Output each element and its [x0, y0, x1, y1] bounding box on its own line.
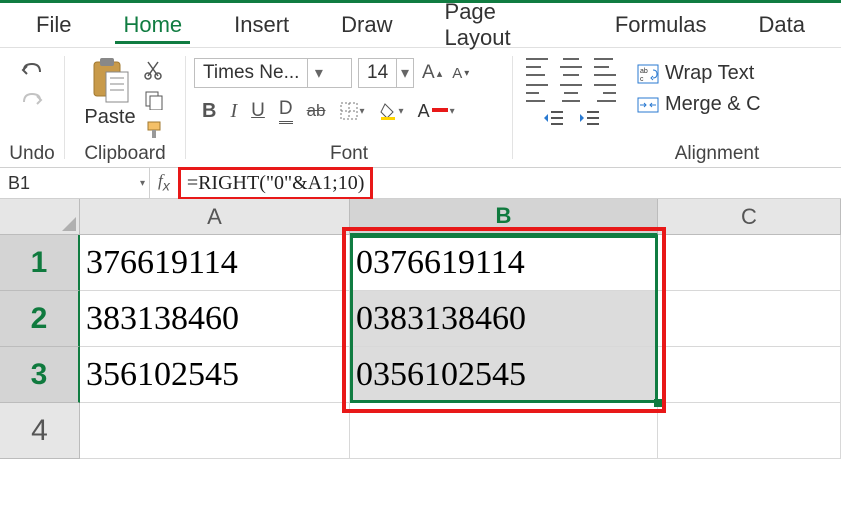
- increase-indent-button[interactable]: [577, 110, 601, 126]
- paste-label: Paste: [84, 106, 135, 129]
- increase-font-button[interactable]: A▴: [420, 62, 444, 84]
- wrap-text-label: Wrap Text: [665, 62, 754, 85]
- tab-formulas[interactable]: Formulas: [589, 8, 733, 42]
- svg-text:c: c: [640, 76, 644, 83]
- row-header-2[interactable]: 2: [0, 291, 80, 347]
- cell-b3[interactable]: 0356102545: [350, 347, 658, 403]
- strikethrough-button[interactable]: ab: [305, 101, 328, 121]
- undo-button[interactable]: [20, 58, 44, 82]
- underline-button[interactable]: U: [249, 100, 267, 122]
- redo-button[interactable]: [20, 88, 44, 112]
- cell-c2[interactable]: [658, 291, 841, 347]
- wrap-text-button[interactable]: abc Wrap Text: [637, 62, 797, 85]
- cell-b4[interactable]: [350, 403, 658, 459]
- name-box-value: B1: [8, 173, 30, 194]
- row-header-4[interactable]: 4: [0, 403, 80, 459]
- align-bottom-button[interactable]: [594, 58, 616, 76]
- tab-page-layout[interactable]: Page Layout: [419, 0, 589, 55]
- bold-button[interactable]: B: [200, 100, 218, 123]
- align-left-button[interactable]: [526, 84, 548, 102]
- font-color-button[interactable]: A ▾: [416, 101, 457, 122]
- svg-text:ab: ab: [640, 68, 648, 75]
- tab-home[interactable]: Home: [97, 8, 208, 42]
- align-middle-button[interactable]: [560, 58, 582, 76]
- align-center-button[interactable]: [560, 84, 582, 102]
- chevron-down-icon[interactable]: ▾: [307, 59, 329, 87]
- paste-button[interactable]: [88, 56, 132, 104]
- decrease-font-button[interactable]: A▾: [450, 65, 471, 82]
- font-size-value: 14: [359, 62, 396, 84]
- font-name-value: Times Ne...: [195, 62, 307, 84]
- chevron-down-icon[interactable]: ▾: [396, 59, 413, 87]
- cut-button[interactable]: [142, 58, 166, 82]
- tab-insert[interactable]: Insert: [208, 8, 315, 42]
- tab-file[interactable]: File: [10, 8, 97, 42]
- cell-a2[interactable]: 383138460: [80, 291, 350, 347]
- borders-button[interactable]: ▾: [338, 102, 367, 120]
- font-size-combo[interactable]: 14 ▾: [358, 58, 414, 88]
- group-label-undo: Undo: [9, 143, 54, 167]
- wrap-text-icon: abc: [637, 64, 659, 84]
- cell-a1[interactable]: 376619114: [80, 235, 350, 291]
- cell-b2[interactable]: 0383138460: [350, 291, 658, 347]
- column-header-a[interactable]: A: [80, 199, 350, 235]
- column-header-b[interactable]: B: [350, 199, 658, 235]
- cell-a4[interactable]: [80, 403, 350, 459]
- select-all-corner[interactable]: [0, 199, 80, 235]
- font-name-combo[interactable]: Times Ne... ▾: [194, 58, 352, 88]
- row-header-1[interactable]: 1: [0, 235, 80, 291]
- column-header-c[interactable]: C: [658, 199, 841, 235]
- format-painter-button[interactable]: [142, 118, 166, 142]
- cell-b1[interactable]: 0376619114: [350, 235, 658, 291]
- formula-bar[interactable]: =RIGHT("0"&A1;10): [178, 167, 374, 200]
- name-box[interactable]: B1 ▾: [0, 168, 150, 198]
- tab-draw[interactable]: Draw: [315, 8, 418, 42]
- merge-label: Merge & C: [665, 93, 761, 116]
- cell-c4[interactable]: [658, 403, 841, 459]
- chevron-down-icon[interactable]: ▾: [140, 178, 145, 189]
- decrease-indent-button[interactable]: [541, 110, 565, 126]
- merge-center-button[interactable]: Merge & C: [637, 93, 797, 116]
- copy-button[interactable]: [142, 88, 166, 112]
- fx-button[interactable]: fx: [150, 171, 178, 194]
- cell-c1[interactable]: [658, 235, 841, 291]
- italic-button[interactable]: I: [228, 100, 239, 123]
- double-underline-button[interactable]: D: [277, 98, 295, 124]
- row-header-3[interactable]: 3: [0, 347, 80, 403]
- fill-color-button[interactable]: ▾: [377, 102, 406, 120]
- group-label-clipboard: Clipboard: [84, 143, 165, 167]
- group-label-font: Font: [330, 143, 368, 167]
- cell-a3[interactable]: 356102545: [80, 347, 350, 403]
- cell-c3[interactable]: [658, 347, 841, 403]
- align-top-button[interactable]: [526, 58, 548, 76]
- group-label-alignment: Alignment: [675, 143, 760, 167]
- tab-data[interactable]: Data: [733, 8, 831, 42]
- merge-icon: [637, 95, 659, 115]
- align-right-button[interactable]: [594, 84, 616, 102]
